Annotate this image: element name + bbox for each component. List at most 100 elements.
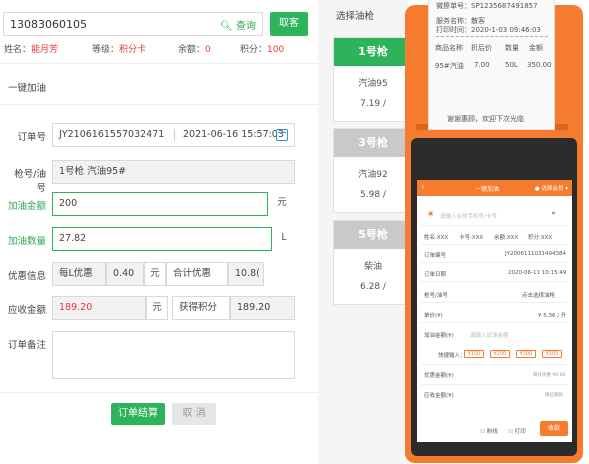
- divider: [421, 322, 568, 323]
- quick-amount-300[interactable]: ¥300: [516, 350, 536, 358]
- receipt-line: 打印时间：2020-1-03 09:46:03: [436, 26, 541, 34]
- member-balance: 余额：0: [178, 45, 211, 55]
- remark-label: 订单备注: [7, 340, 46, 351]
- receipt-thanks: 谢谢惠顾，欢迎下次光临: [447, 115, 524, 123]
- receipt-header: 数量: [505, 44, 519, 52]
- check-icon: ☑: [480, 429, 485, 435]
- member-level: 等级：积分卡: [92, 45, 147, 55]
- device-balance: 余额:XXX: [494, 235, 519, 241]
- print-ticket-checkbox[interactable]: ☑ 粉线: [480, 427, 498, 435]
- receipt-line: 微擦单号：SP1235687491857: [436, 2, 538, 10]
- search-icon: 🔍︎: [220, 21, 233, 32]
- total-disc-label: 合计优惠: [166, 262, 228, 286]
- nozzle-price: 7.19 /: [360, 99, 386, 109]
- order-time-value: 2021-06-16 15:57:03: [183, 129, 284, 140]
- device-name: 姓名:XXX: [424, 235, 449, 241]
- amount-label: 加油金额: [7, 201, 46, 212]
- device-topbar: ‹ 一键加油 ● 选择会员 ▾: [417, 180, 572, 196]
- amount-unit: 元: [271, 192, 293, 216]
- divider: [0, 392, 318, 393]
- device-title: 一键加油: [475, 186, 500, 193]
- section-title: 一键加油: [8, 83, 47, 94]
- scan-code-icon[interactable]: ⌗: [552, 211, 555, 218]
- qty-label: 加油数量: [7, 236, 46, 247]
- per-l-unit: 元: [144, 262, 166, 286]
- quick-amount-500[interactable]: ¥500: [542, 350, 562, 358]
- nozzle-card-head: 1号枪: [334, 38, 412, 66]
- divider: [421, 262, 568, 263]
- settle-button[interactable]: 订单结算: [111, 403, 165, 425]
- device-gun-value[interactable]: 点击选择油枪: [522, 291, 555, 299]
- take-customer-button[interactable]: 取客: [270, 12, 308, 36]
- receipt-item: 7.00: [474, 61, 490, 69]
- receipt-item: 50L: [505, 61, 518, 69]
- amount-input[interactable]: 200: [52, 192, 268, 216]
- device-date-value: 2020-06-11 10:15:49: [508, 270, 567, 276]
- device-receivable-label: 应收金额(¥): [424, 393, 454, 399]
- nozzle-card-head: 5号枪: [334, 221, 412, 249]
- gun-field[interactable]: 1号枪 汽油95#: [52, 160, 295, 184]
- nozzle-panel-title: 选择油枪: [336, 11, 375, 22]
- remark-textarea[interactable]: [52, 331, 295, 379]
- device-order-label: 订单编号: [424, 253, 447, 259]
- divider: [421, 281, 568, 282]
- member-search-field[interactable]: 🔍︎ 查询: [3, 12, 263, 36]
- nozzle-fuel: 柴油: [363, 262, 382, 272]
- nozzle-card-1[interactable]: 1号枪 汽油95 7.19 /: [333, 37, 413, 122]
- cancel-button[interactable]: 取 消: [172, 403, 216, 425]
- discount-label: 优惠信息: [7, 271, 46, 282]
- divider: [436, 36, 548, 37]
- qty-input[interactable]: 27.82: [52, 227, 272, 251]
- print-checkbox[interactable]: ☑ 打印: [508, 427, 526, 435]
- nozzle-card-5[interactable]: 5号枪 柴油 6.28 /: [333, 220, 413, 305]
- member-select-button[interactable]: ● 选择会员 ▾: [535, 184, 568, 192]
- divider: [0, 104, 318, 105]
- receivable-label: 应收金额: [7, 305, 46, 316]
- device-search-input[interactable]: 请输入会员手机号/卡号: [440, 212, 497, 220]
- quick-input-label: 快捷输入：: [438, 353, 466, 359]
- qty-unit: L: [273, 227, 295, 251]
- receipt-header: 折后价: [471, 44, 492, 52]
- device-amount-input[interactable]: 请输入加油金额: [470, 331, 509, 339]
- device-discount-note: 每升优惠 ¥0.00: [533, 373, 566, 378]
- query-button[interactable]: 🔍︎ 查询: [220, 17, 256, 32]
- device-points: 积分:XXX: [528, 235, 553, 241]
- device-discount-label: 优惠金额(¥): [424, 373, 454, 379]
- receipt-item: 350.00: [527, 61, 552, 69]
- device-price-label: 单价(¥): [424, 313, 443, 319]
- device-amount-label: 加油金额(¥): [424, 333, 454, 339]
- member-name: 姓名：能月芳: [4, 45, 59, 55]
- order-no-value: JY2106161557032471: [59, 129, 165, 140]
- receipt-header: 金额: [529, 44, 543, 52]
- order-no-field: JY2106161557032471 2021-06-16 15:57:03: [52, 123, 295, 147]
- nozzle-fuel: 汽油92: [358, 170, 388, 180]
- nozzle-price: 5.98 /: [360, 190, 386, 200]
- receipt-paper: 微擦单号：SP1235687491857 服务名称：散客 打印时间：2020-1…: [428, 0, 555, 130]
- device-date-label: 订单日期: [424, 272, 447, 278]
- quick-amount-200[interactable]: ¥200: [490, 350, 510, 358]
- gun-label: 枪号/油号: [14, 169, 46, 194]
- divider: [421, 364, 568, 365]
- nozzle-card-3[interactable]: 3号枪 汽油92 5.98 /: [333, 128, 413, 213]
- member-phone-input[interactable]: [4, 13, 204, 36]
- receipt-item: 95#汽油: [435, 62, 464, 70]
- scan-icon[interactable]: ▣: [428, 211, 433, 217]
- divider: [0, 63, 318, 64]
- total-disc-value: 10.8(: [228, 262, 264, 286]
- device-price-value: ¥ 5.36 / 升: [538, 313, 567, 319]
- receivable-value: 189.20: [52, 296, 146, 320]
- receipt-header: 商品名称: [435, 44, 463, 52]
- quick-amount-100[interactable]: ¥100: [464, 350, 484, 358]
- collect-button[interactable]: 收款: [540, 421, 568, 436]
- divider: [174, 129, 175, 141]
- nozzle-price: 6.28 /: [360, 282, 386, 292]
- query-label: 查询: [236, 21, 256, 32]
- earn-points-label: 获得积分: [172, 296, 230, 320]
- divider: [421, 225, 568, 226]
- device-gun-label: 枪号/油号: [424, 293, 448, 299]
- calendar-icon[interactable]: [276, 129, 288, 141]
- device-order-value: JY2006111031494384: [505, 251, 566, 257]
- earn-points-value: 189.20: [230, 296, 295, 320]
- nozzle-card-head: 3号枪: [334, 129, 412, 157]
- back-icon[interactable]: ‹: [421, 182, 424, 191]
